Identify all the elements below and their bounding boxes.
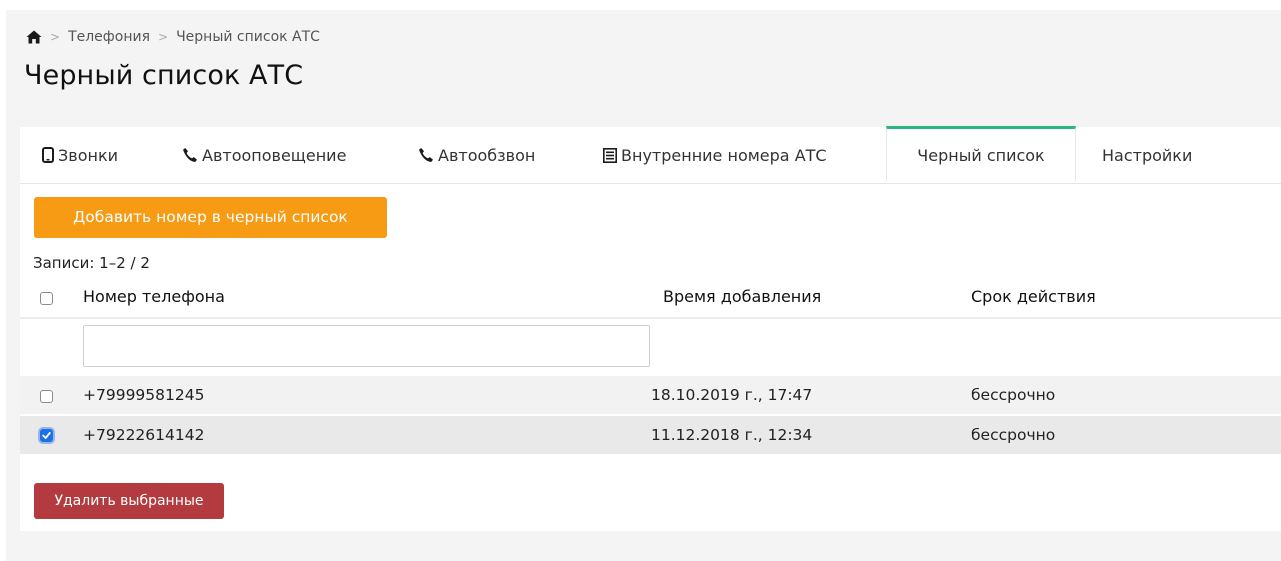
phone-cell: +79999581245 <box>83 386 205 404</box>
delete-selected-button[interactable]: Удалить выбранные <box>34 483 224 519</box>
select-all-checkbox[interactable] <box>40 292 53 305</box>
row-checkbox[interactable] <box>40 429 53 442</box>
mobile-phone-icon <box>42 147 54 163</box>
check-icon <box>42 432 51 439</box>
column-header-phone[interactable]: Номер телефона <box>83 287 225 306</box>
tab-label: Настройки <box>1102 145 1193 165</box>
breadcrumb-item-telephony[interactable]: Телефония <box>68 29 150 45</box>
table-row: +79999581245 18.10.2019 г., 17:47 бессро… <box>20 376 1281 414</box>
tab-internal-numbers[interactable]: Внутренние номера АТС <box>603 127 827 183</box>
tab-blacklist[interactable]: Черный список <box>886 126 1076 181</box>
breadcrumb-item-current: Черный список АТС <box>176 29 320 45</box>
column-header-added[interactable]: Время добавления <box>663 287 821 306</box>
tab-bar: Звонки Автооповещение Автообзвон Внутрен… <box>20 126 1281 184</box>
tab-settings[interactable]: Настройки <box>1102 127 1192 183</box>
validity-cell: бессрочно <box>971 426 1056 444</box>
table-header: Номер телефона Время добавления Срок дей… <box>20 279 1281 319</box>
validity-cell: бессрочно <box>971 386 1056 404</box>
tab-label: Черный список <box>917 145 1045 165</box>
row-checkbox[interactable] <box>40 390 53 403</box>
tab-auto-dialer[interactable]: Автообзвон <box>418 127 535 183</box>
list-icon <box>603 147 617 163</box>
breadcrumb: > Телефония > Черный список АТС <box>26 26 320 48</box>
phone-icon <box>418 147 434 163</box>
records-count: Записи: 1–2 / 2 <box>33 254 150 272</box>
added-time-cell: 18.10.2019 г., 17:47 <box>651 386 813 404</box>
table-row: +79222614142 11.12.2018 г., 12:34 бессро… <box>20 416 1281 454</box>
tab-auto-notification[interactable]: Автооповещение <box>182 127 346 183</box>
tab-label: Звонки <box>58 145 118 165</box>
phone-filter-input[interactable] <box>83 325 650 367</box>
column-header-validity[interactable]: Срок действия <box>971 287 1096 306</box>
blacklist-panel: Звонки Автооповещение Автообзвон Внутрен… <box>20 126 1281 531</box>
phone-icon <box>182 147 198 163</box>
tab-label: Внутренние номера АТС <box>621 145 827 165</box>
home-icon[interactable] <box>26 30 42 44</box>
page-title: Черный список АТС <box>24 60 304 91</box>
tab-label: Автообзвон <box>438 145 536 165</box>
added-time-cell: 11.12.2018 г., 12:34 <box>651 426 813 444</box>
phone-cell: +79222614142 <box>83 426 205 444</box>
breadcrumb-separator: > <box>158 30 169 44</box>
breadcrumb-separator: > <box>50 30 61 44</box>
tab-label: Автооповещение <box>202 145 347 165</box>
tab-calls[interactable]: Звонки <box>42 127 118 183</box>
add-to-blacklist-button[interactable]: Добавить номер в черный список <box>34 197 387 238</box>
